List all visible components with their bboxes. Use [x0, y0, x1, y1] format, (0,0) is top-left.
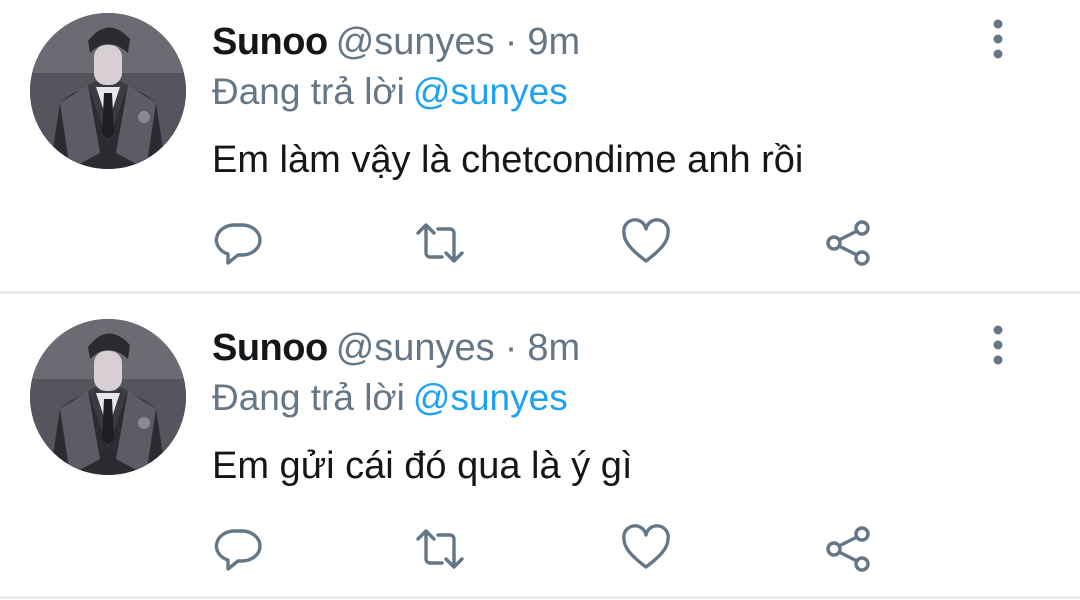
reply-bubble-icon[interactable] [212, 523, 264, 575]
display-name[interactable]: Sunoo [212, 327, 328, 369]
tweet[interactable]: Sunoo @sunyes · 9m Đang trả lời @sunyes Em l… [0, 0, 1080, 293]
timestamp[interactable]: 9m [527, 21, 580, 63]
tweet-header: Sunoo @sunyes · 8m [212, 324, 580, 372]
tweet-divider [0, 291, 1080, 294]
replying-to-line: Đang trả lời @sunyes [212, 68, 568, 116]
replying-to-label: Đang trả lời [212, 377, 405, 418]
tweet-divider [0, 596, 1080, 599]
avatar[interactable] [30, 319, 186, 475]
heart-icon[interactable] [620, 217, 672, 269]
more-vertical-icon[interactable] [978, 324, 1018, 368]
user-handle[interactable]: @sunyes [336, 327, 495, 369]
avatar[interactable] [30, 13, 186, 169]
share-icon[interactable] [822, 523, 874, 575]
separator-dot: · [504, 21, 518, 63]
replying-to-line: Đang trả lời @sunyes [212, 374, 568, 422]
retweet-icon[interactable] [414, 523, 466, 575]
replying-to-label: Đang trả lời [212, 71, 405, 112]
tweet[interactable]: Sunoo @sunyes · 8m Đang trả lời @sunyes Em g… [0, 306, 1080, 599]
more-vertical-icon[interactable] [978, 18, 1018, 62]
replying-to-mention[interactable]: @sunyes [413, 71, 568, 112]
user-handle[interactable]: @sunyes [336, 21, 495, 63]
avatar-image [30, 13, 186, 169]
tweet-feed: Sunoo @sunyes · 9m Đang trả lời @sunyes Em l… [0, 0, 1080, 600]
display-name[interactable]: Sunoo [212, 21, 328, 63]
share-icon[interactable] [822, 217, 874, 269]
tweet-text: Em gửi cái đó qua là ý gì [212, 445, 633, 487]
heart-icon[interactable] [620, 523, 672, 575]
tweet-text: Em làm vậy là chetcondime anh rồi [212, 139, 804, 181]
avatar-image [30, 319, 186, 475]
timestamp[interactable]: 8m [527, 327, 580, 369]
retweet-icon[interactable] [414, 217, 466, 269]
replying-to-mention[interactable]: @sunyes [413, 377, 568, 418]
tweet-header: Sunoo @sunyes · 9m [212, 18, 580, 66]
reply-bubble-icon[interactable] [212, 217, 264, 269]
separator-dot: · [504, 327, 518, 369]
